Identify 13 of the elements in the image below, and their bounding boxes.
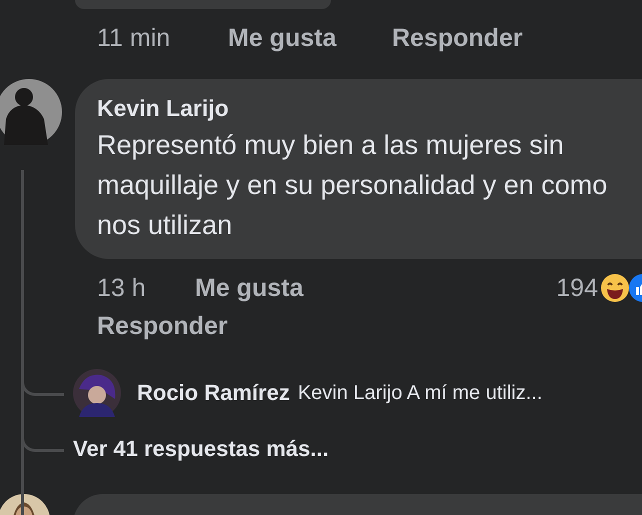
- like-link[interactable]: Me gusta: [195, 271, 304, 305]
- reply-text: Kevin Larijo A mí me utiliz...: [298, 382, 542, 404]
- reaction-count: 194: [556, 273, 598, 304]
- author-name[interactable]: Kevin Larijo: [97, 91, 622, 125]
- comment-text: Representó muy bien a las mujeres sin maquillaje y en su personalidad y en como nos utilizan: [97, 129, 608, 242]
- laughing-emoji-icon: [600, 273, 630, 303]
- like-link[interactable]: Me gusta: [228, 21, 392, 55]
- reply-link[interactable]: Responder: [97, 309, 228, 343]
- author-name[interactable]: Rocio Ramírez: [137, 380, 290, 406]
- comment-time: 11 min: [97, 23, 172, 54]
- comment-time: 13 h: [97, 273, 147, 304]
- reply-link[interactable]: Responder: [392, 21, 523, 55]
- more-replies-link[interactable]: Ver 41 respuestas más...: [73, 436, 329, 462]
